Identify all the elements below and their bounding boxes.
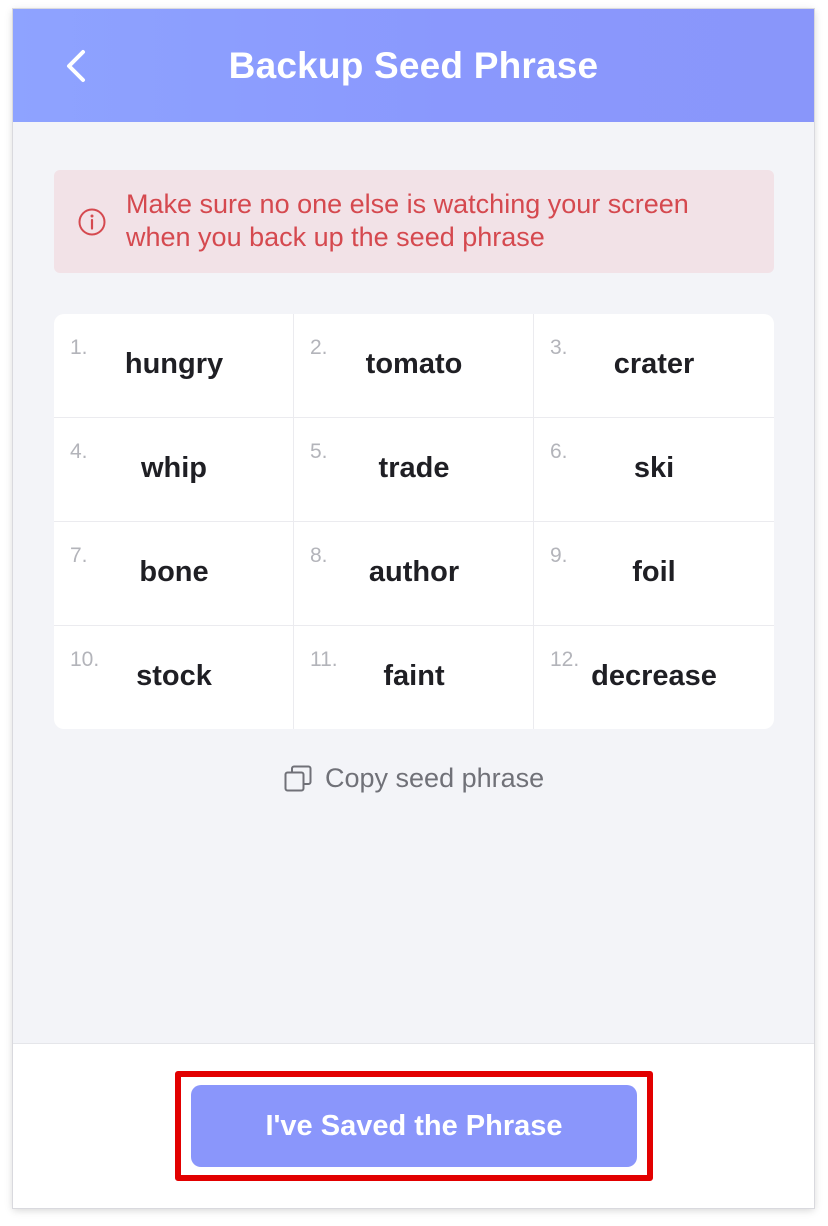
seed-word: faint: [383, 660, 445, 692]
seed-word-cell: 11. faint: [294, 626, 534, 729]
footer-bar: I've Saved the Phrase: [13, 1043, 814, 1208]
app-window: Backup Seed Phrase Make sure no one else…: [13, 9, 814, 1208]
seed-word: foil: [632, 556, 676, 588]
chevron-left-icon: [55, 39, 99, 93]
seed-word: bone: [139, 556, 209, 588]
security-warning: Make sure no one else is watching your s…: [54, 170, 774, 273]
seed-word: stock: [136, 660, 212, 692]
seed-word-cell: 7. bone: [54, 522, 294, 626]
header-bar: Backup Seed Phrase: [13, 9, 814, 122]
page-title: Backup Seed Phrase: [228, 45, 599, 86]
seed-word: ski: [633, 452, 675, 484]
seed-word-cell: 8. author: [294, 522, 534, 626]
seed-phrase-grid: 1. hungry 2. tomato 3. crater 4. whip 5.…: [54, 314, 774, 729]
info-icon: [77, 207, 107, 237]
seed-word: crater: [613, 348, 695, 380]
seed-word: tomato: [365, 348, 463, 380]
back-button[interactable]: [55, 39, 99, 93]
seed-word-cell: 3. crater: [534, 314, 774, 418]
seed-word-cell: 5. trade: [294, 418, 534, 522]
seed-word-cell: 10. stock: [54, 626, 294, 729]
copy-seed-phrase-label: Copy seed phrase: [325, 763, 545, 793]
seed-word-cell: 2. tomato: [294, 314, 534, 418]
seed-word: decrease: [591, 660, 717, 692]
seed-word: hungry: [124, 348, 224, 380]
seed-word: trade: [378, 452, 450, 484]
seed-word-cell: 1. hungry: [54, 314, 294, 418]
seed-word: author: [368, 556, 460, 588]
seed-word-cell: 6. ski: [534, 418, 774, 522]
copy-icon: [283, 764, 313, 794]
seed-word-cell: 12. decrease: [534, 626, 774, 729]
seed-word-cell: 9. foil: [534, 522, 774, 626]
warning-text: Make sure no one else is watching your s…: [126, 189, 689, 252]
saved-phrase-button[interactable]: I've Saved the Phrase: [191, 1085, 637, 1167]
seed-word-cell: 4. whip: [54, 418, 294, 522]
seed-word: whip: [140, 452, 208, 484]
